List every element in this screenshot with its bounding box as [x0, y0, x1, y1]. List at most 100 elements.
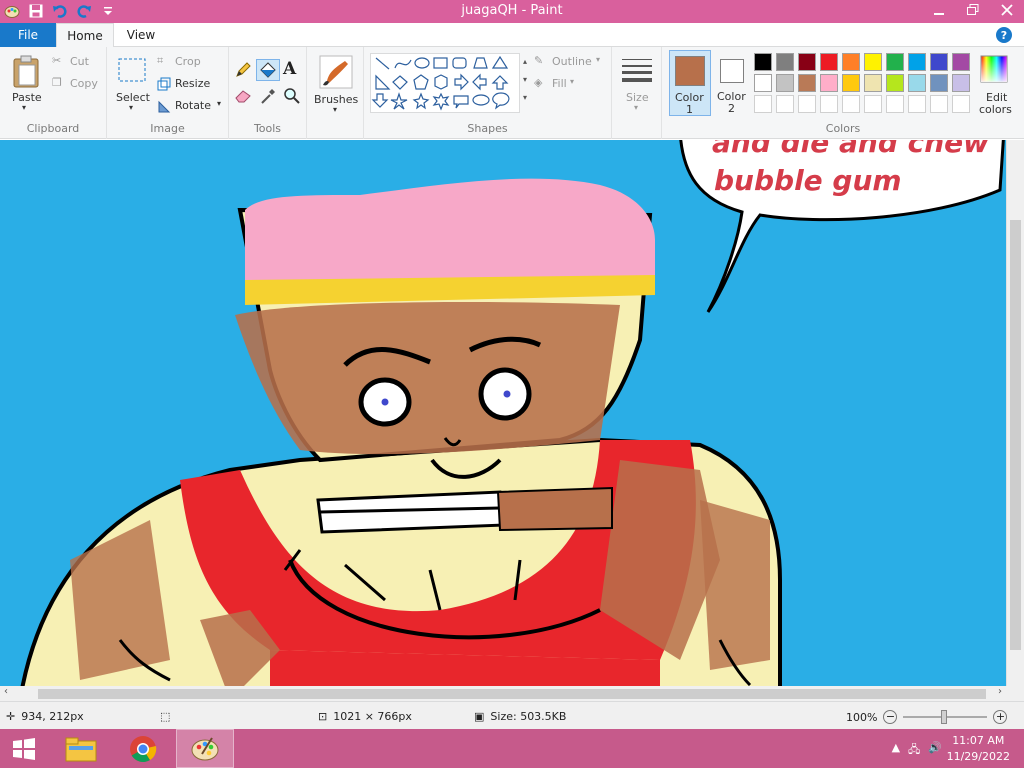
size-dropdown-icon: ▾	[634, 103, 639, 112]
zoom-slider[interactable]	[903, 710, 988, 724]
palette-swatch[interactable]	[842, 95, 860, 113]
palette-swatch[interactable]	[908, 95, 926, 113]
palette-swatch[interactable]	[842, 74, 860, 92]
select-dropdown-icon: ▾	[129, 103, 134, 112]
fill-bucket-icon	[260, 62, 276, 78]
rotate-button[interactable]: Rotate ▾	[157, 97, 227, 115]
color1-button[interactable]: Color 1	[669, 50, 711, 116]
vertical-scrollbar[interactable]	[1006, 140, 1024, 686]
palette-swatch[interactable]	[908, 74, 926, 92]
tab-file[interactable]: File	[0, 23, 56, 47]
size-button[interactable]: Size ▾	[618, 53, 656, 115]
eraser-tool[interactable]	[234, 87, 254, 107]
color1-number: 1	[686, 103, 693, 116]
fill-label: Fill	[552, 77, 567, 90]
shapes-scroll-down-icon[interactable]: ▾	[520, 71, 530, 89]
paste-label: Paste	[12, 91, 42, 104]
copy-button[interactable]: ❐ Copy	[52, 75, 104, 93]
shapes-gallery[interactable]	[370, 53, 520, 113]
shapes-more-icon[interactable]: ▾	[520, 89, 530, 107]
palette-swatch[interactable]	[908, 53, 926, 71]
palette-swatch[interactable]	[754, 74, 772, 92]
palette-swatch[interactable]	[776, 74, 794, 92]
palette-swatch[interactable]	[864, 74, 882, 92]
restore-button[interactable]	[956, 0, 990, 20]
pencil-tool[interactable]	[234, 61, 254, 81]
resize-button[interactable]: Resize	[157, 75, 223, 93]
palette-swatch[interactable]	[798, 53, 816, 71]
palette-swatch[interactable]	[952, 95, 970, 113]
palette-swatch[interactable]	[776, 53, 794, 71]
window-controls	[922, 0, 1024, 20]
palette-swatch[interactable]	[930, 74, 948, 92]
palette-swatch[interactable]	[798, 95, 816, 113]
network-icon[interactable]: 🖧	[908, 741, 920, 760]
palette-swatch[interactable]	[886, 95, 904, 113]
vertical-scroll-thumb[interactable]	[1010, 220, 1021, 650]
close-button[interactable]	[990, 0, 1024, 20]
tab-home[interactable]: Home	[56, 23, 114, 48]
palette-swatch[interactable]	[820, 53, 838, 71]
shapes-scroll-up-icon[interactable]: ▴	[520, 53, 530, 71]
canvas-dimensions-text: 1021 × 766px	[333, 710, 412, 723]
color-picker-tool[interactable]	[259, 87, 279, 107]
palette-swatch[interactable]	[842, 53, 860, 71]
fill-tool[interactable]	[256, 59, 280, 81]
palette-swatch[interactable]	[754, 95, 772, 113]
brushes-button[interactable]: Brushes ▾	[311, 51, 361, 117]
palette-swatch[interactable]	[754, 53, 772, 71]
cut-button[interactable]: ✂ Cut	[52, 53, 102, 71]
shapes-scroll[interactable]: ▴ ▾ ▾	[520, 53, 530, 113]
zoom-slider-thumb[interactable]	[941, 710, 948, 724]
tab-view[interactable]: View	[118, 23, 164, 47]
palette-swatch[interactable]	[886, 53, 904, 71]
outline-button[interactable]: ✎ Outline ▾	[534, 53, 606, 71]
palette-swatch[interactable]	[930, 53, 948, 71]
edit-colors-button[interactable]: Edit colors	[974, 51, 1016, 117]
start-button[interactable]	[0, 729, 48, 768]
taskbar-clock[interactable]: 11:07 AM 11/29/2022	[947, 733, 1010, 765]
zoom-out-icon[interactable]: −	[883, 710, 898, 724]
selection-icon: ⬚	[160, 710, 171, 723]
tray-expand-icon[interactable]: ▲	[892, 741, 900, 760]
size-group: Size ▾	[612, 47, 662, 139]
palette-swatch[interactable]	[864, 53, 882, 71]
canvas-dimensions: ⊡ 1021 × 766px	[318, 710, 412, 723]
text-tool[interactable]: A	[283, 59, 303, 81]
horizontal-scrollbar[interactable]: ‹ ›	[0, 686, 1006, 701]
fill-button[interactable]: ◈ Fill ▾	[534, 75, 594, 93]
color2-button[interactable]: Color 2	[713, 50, 753, 116]
select-button[interactable]: Select ▾	[113, 51, 153, 115]
palette-swatch[interactable]	[820, 95, 838, 113]
horizontal-scroll-thumb[interactable]	[38, 689, 986, 699]
scroll-right-icon[interactable]: ›	[998, 686, 1002, 697]
shapes-gallery-icons	[371, 55, 510, 111]
palette-swatch[interactable]	[798, 74, 816, 92]
paste-button[interactable]: Paste ▾	[6, 51, 46, 115]
drawing-canvas[interactable]: and die and chew bubble gum	[0, 140, 1006, 686]
title-bar: juagaQH - Paint	[0, 0, 1024, 23]
palette-swatch[interactable]	[864, 95, 882, 113]
speech-text-line-1: and die and chew	[712, 140, 989, 159]
palette-swatch[interactable]	[886, 74, 904, 92]
zoom-controls: 100% − +	[846, 710, 1008, 724]
help-icon[interactable]: ?	[996, 27, 1012, 43]
brush-icon	[319, 55, 353, 89]
crop-button[interactable]: ⌗ Crop	[157, 53, 217, 71]
minimize-button[interactable]	[922, 0, 956, 20]
zoom-in-icon[interactable]: +	[993, 710, 1008, 724]
magnifier-tool[interactable]	[283, 87, 303, 107]
taskbar-chrome[interactable]	[118, 729, 168, 768]
cursor-position: ✛ 934, 212px	[6, 710, 84, 723]
volume-icon[interactable]: 🔊	[928, 741, 942, 760]
palette-swatch[interactable]	[776, 95, 794, 113]
palette-swatch[interactable]	[952, 53, 970, 71]
palette-swatch[interactable]	[820, 74, 838, 92]
taskbar-paint[interactable]	[176, 729, 234, 768]
scroll-left-icon[interactable]: ‹	[4, 686, 8, 697]
rotate-icon	[158, 100, 171, 113]
taskbar-file-explorer[interactable]	[56, 729, 106, 768]
palette-swatch[interactable]	[930, 95, 948, 113]
canvas-artwork: and die and chew bubble gum	[0, 140, 1006, 686]
palette-swatch[interactable]	[952, 74, 970, 92]
